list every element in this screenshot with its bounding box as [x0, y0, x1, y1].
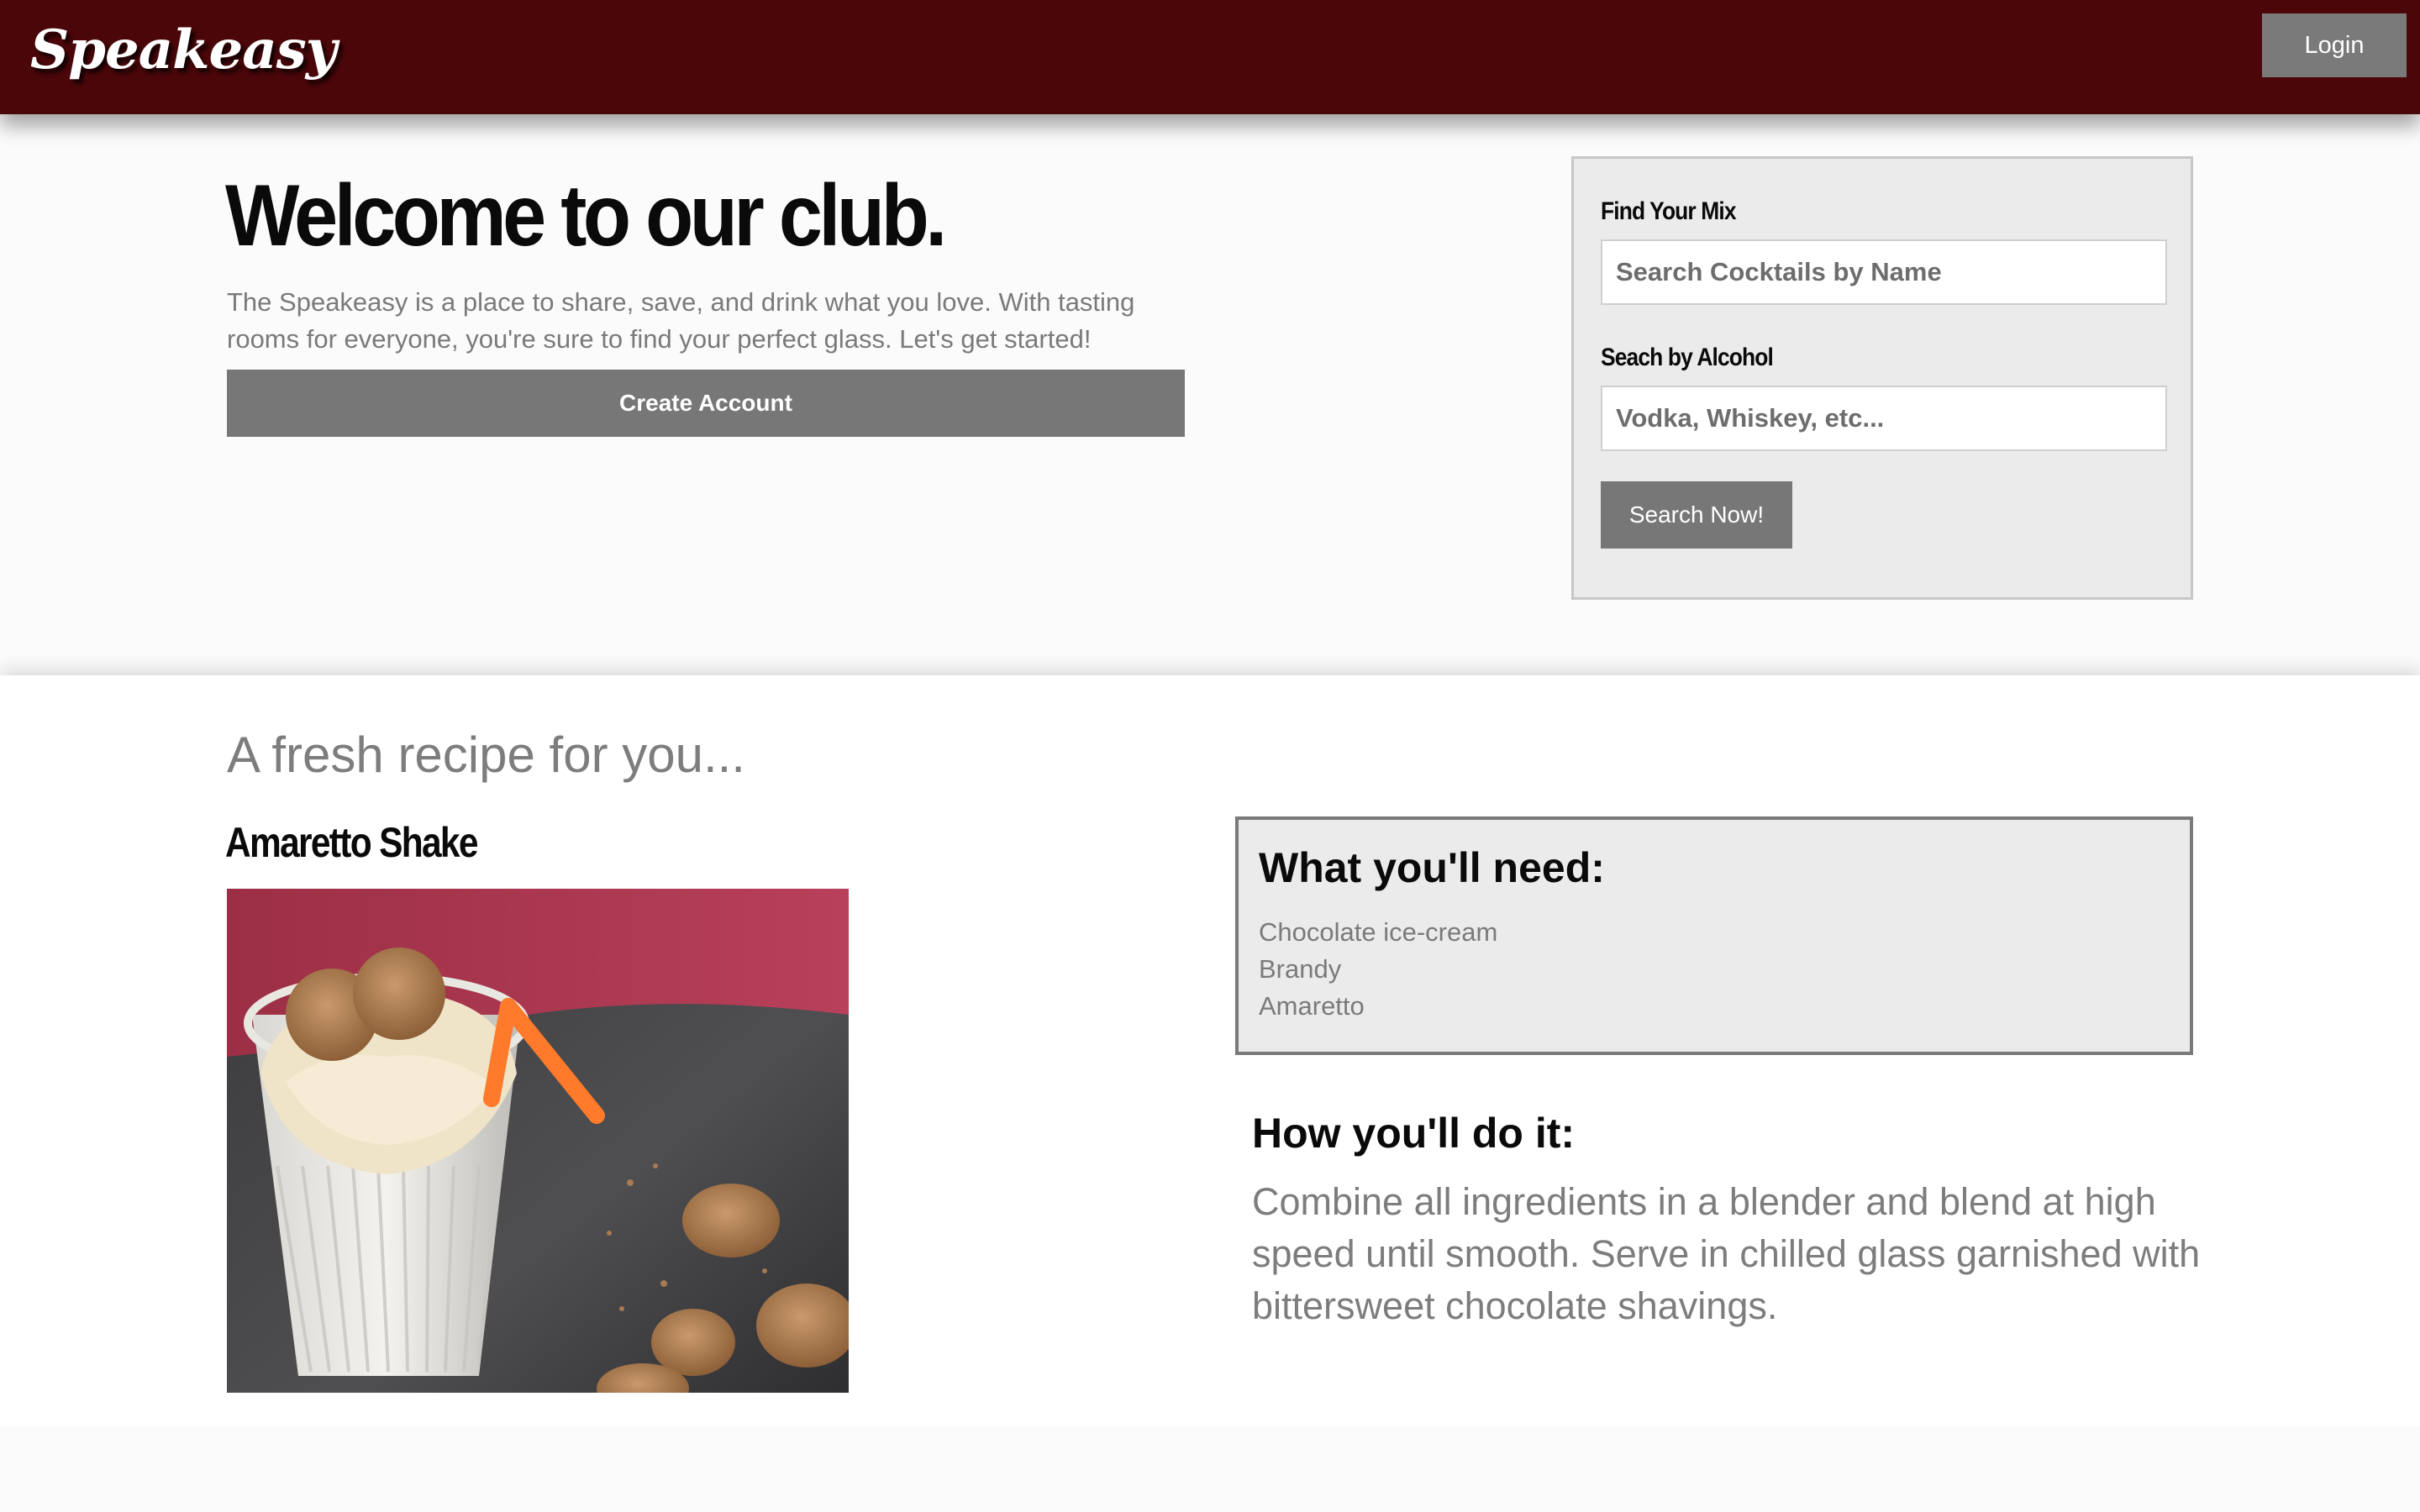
login-button[interactable]: Login: [2262, 13, 2407, 77]
brand-logo[interactable]: Speakeasy: [30, 18, 337, 81]
howto-title: How you'll do it:: [1252, 1110, 1576, 1157]
howto-text: Combine all ingredients in a blender and…: [1252, 1180, 2201, 1327]
alcohol-label: Seach by Alcohol: [1601, 344, 1774, 371]
hero-section: Welcome to our club. The Speakeasy is a …: [0, 114, 2420, 675]
find-mix-label: Find Your Mix: [1601, 197, 1737, 225]
amaretto-shake-image: [227, 889, 849, 1393]
ingredients-list: Chocolate ice-cream Brandy Amaretto: [1259, 914, 1497, 1025]
search-panel: Find Your Mix Seach by Alcohol Search No…: [1571, 156, 2193, 600]
footer-band: [0, 1426, 2420, 1512]
ingredients-title: What you'll need:: [1259, 844, 1605, 891]
ingredients-box: What you'll need: Chocolate ice-cream Br…: [1235, 816, 2193, 1055]
recipe-section: A fresh recipe for you... Amaretto Shake: [0, 675, 2420, 1426]
alcohol-input[interactable]: [1601, 386, 2167, 451]
search-now-button[interactable]: Search Now!: [1601, 481, 1792, 549]
recipe-photo: [227, 889, 849, 1393]
recipe-name: Amaretto Shake: [225, 819, 478, 866]
recipe-section-heading: A fresh recipe for you...: [227, 727, 745, 783]
ingredient-item: Chocolate ice-cream: [1259, 917, 1498, 947]
cocktail-name-input[interactable]: [1601, 239, 2167, 305]
top-navbar: Speakeasy Login: [0, 0, 2420, 114]
hero-title: Welcome to our club.: [225, 167, 947, 265]
hero-description: The Speakeasy is a place to share, save,…: [227, 287, 1135, 354]
ingredient-item: Amaretto: [1259, 991, 1365, 1021]
ingredient-item: Brandy: [1259, 954, 1342, 984]
create-account-button[interactable]: Create Account: [227, 370, 1185, 437]
